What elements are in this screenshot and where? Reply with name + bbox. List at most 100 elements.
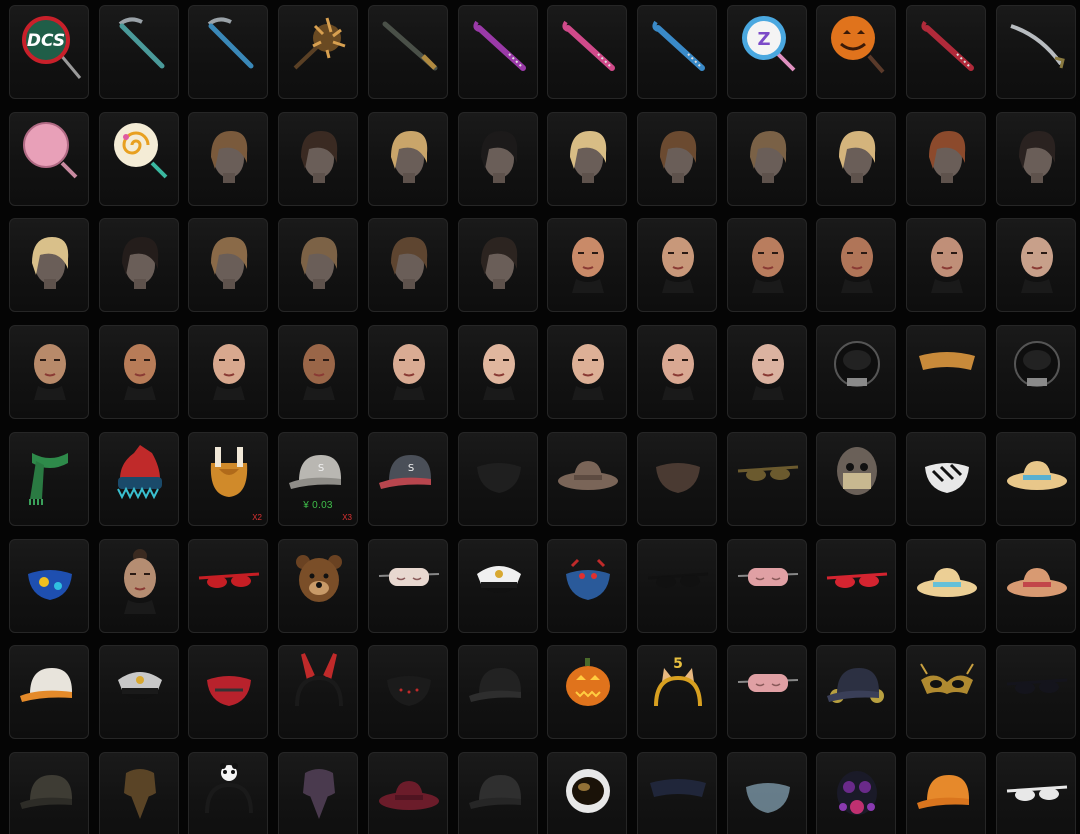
item-slot-hair-curly-updo[interactable] xyxy=(368,218,448,312)
item-slot-pink-pan[interactable] xyxy=(9,112,89,206)
item-slot-hair-wavy-brown[interactable] xyxy=(188,218,268,312)
item-slot-face-female-6[interactable] xyxy=(458,325,538,419)
inventory-grid: DCS Z X2 S ¥ 0.03 X3 S 5 xyxy=(0,0,1080,834)
item-slot-bunny-ears[interactable] xyxy=(278,645,358,739)
item-slot-face-female-pale[interactable] xyxy=(188,325,268,419)
item-slot-orange-brand-cap[interactable] xyxy=(906,752,986,834)
item-slot-dark-visor[interactable] xyxy=(637,752,717,834)
item-slot-machete-dark[interactable] xyxy=(368,5,448,99)
item-slot-green-scarf[interactable] xyxy=(9,432,89,526)
item-slot-hair-braided-crown[interactable] xyxy=(458,218,538,312)
item-slot-black-face-mask[interactable] xyxy=(458,432,538,526)
item-slot-dcs-pan[interactable]: DCS xyxy=(9,5,89,99)
item-slot-bear-mask[interactable] xyxy=(278,539,358,633)
item-slot-bun-head[interactable] xyxy=(99,539,179,633)
item-slot-face-female-bald-4[interactable] xyxy=(996,218,1076,312)
item-slot-red-half-mask[interactable] xyxy=(188,645,268,739)
item-slot-hair-blonde-pixie[interactable] xyxy=(547,112,627,206)
item-slot-black-visor-glasses[interactable] xyxy=(996,645,1076,739)
item-slot-red-sport-glasses[interactable] xyxy=(996,752,1076,834)
item-slot-hair-white-streak[interactable] xyxy=(278,112,358,206)
item-slot-hair-highlight-bob[interactable] xyxy=(278,218,358,312)
item-slot-black-cap-logo[interactable] xyxy=(458,645,538,739)
item-slot-panda-headband[interactable] xyxy=(188,752,268,834)
item-slot-chicken-hat[interactable]: X2 xyxy=(188,432,268,526)
item-slot-face-male-crew[interactable] xyxy=(637,218,717,312)
item-slot-face-asian-male[interactable] xyxy=(9,325,89,419)
item-slot-pink-sleep-mask[interactable] xyxy=(727,539,807,633)
item-slot-hair-curly-short[interactable] xyxy=(637,112,717,206)
item-slot-purple-bandana[interactable] xyxy=(278,752,358,834)
item-slot-blue-beanie[interactable] xyxy=(99,432,179,526)
item-slot-straw-sun-hat[interactable] xyxy=(996,432,1076,526)
item-slot-face-female-9[interactable] xyxy=(727,325,807,419)
item-slot-leopard-bandana[interactable] xyxy=(99,752,179,834)
item-slot-crowbar-blue[interactable] xyxy=(637,5,717,99)
item-slot-clock-pan[interactable]: Z xyxy=(727,5,807,99)
item-slot-pink-goggles[interactable] xyxy=(727,645,807,739)
item-slot-skull-helmet[interactable] xyxy=(816,432,896,526)
item-slot-red-glasses[interactable] xyxy=(188,539,268,633)
item-slot-face-redhead[interactable] xyxy=(547,218,627,312)
item-slot-orange-visor[interactable] xyxy=(906,325,986,419)
item-slot-cat-eyepatch[interactable] xyxy=(368,539,448,633)
item-slot-face-female-7[interactable] xyxy=(547,325,627,419)
item-slot-hair-short-brown[interactable] xyxy=(188,112,268,206)
item-slot-gas-mask[interactable] xyxy=(816,752,896,834)
item-slot-captain-hat-grey[interactable] xyxy=(99,645,179,739)
item-slot-maroon-fedora[interactable] xyxy=(368,752,448,834)
item-slot-cap-headphones[interactable] xyxy=(816,645,896,739)
item-slot-sickle-blue[interactable] xyxy=(188,5,268,99)
item-slot-sunglasses[interactable] xyxy=(727,432,807,526)
item-slot-gold-masquerade[interactable] xyxy=(906,645,986,739)
item-slot-sun-hat-bow[interactable] xyxy=(906,539,986,633)
item-slot-hair-dark-bob[interactable] xyxy=(99,218,179,312)
item-slot-spiked-mace[interactable] xyxy=(278,5,358,99)
item-slot-black-studded-mask[interactable] xyxy=(368,645,448,739)
item-slot-hair-blonde-bun[interactable] xyxy=(9,218,89,312)
item-slot-face-female-bald-3[interactable] xyxy=(906,218,986,312)
item-slot-grey-cap[interactable]: S ¥ 0.03 X3 xyxy=(278,432,358,526)
item-slot-candy-crowbar[interactable] xyxy=(906,5,986,99)
item-slot-hair-red-braids[interactable] xyxy=(906,112,986,206)
item-slot-face-shield[interactable] xyxy=(727,752,807,834)
item-slot-black-shades[interactable] xyxy=(637,539,717,633)
item-slot-cat-ears-5[interactable]: 5 xyxy=(637,645,717,739)
item-slot-captain-hat-white[interactable] xyxy=(458,539,538,633)
item-slot-face-male-tan[interactable] xyxy=(99,325,179,419)
item-slot-black-mask-helmet[interactable] xyxy=(996,325,1076,419)
item-slot-space-helmet-black[interactable] xyxy=(816,325,896,419)
item-slot-swirl-pan[interactable] xyxy=(99,112,179,206)
item-slot-oni-mask[interactable] xyxy=(547,539,627,633)
item-slot-hair-black-bob[interactable] xyxy=(458,112,538,206)
item-slot-face-female-bald-1[interactable] xyxy=(727,218,807,312)
item-slot-crowbar-pink[interactable] xyxy=(547,5,627,99)
item-slot-hair-wavy-long[interactable] xyxy=(727,112,807,206)
item-slot-face-female-5[interactable] xyxy=(368,325,448,419)
item-slot-face-female-8[interactable] xyxy=(637,325,717,419)
item-slot-red-cap[interactable]: S xyxy=(368,432,448,526)
item-slot-face-female-dark[interactable] xyxy=(278,325,358,419)
svg-text:S: S xyxy=(318,463,324,474)
item-slot-crowbar-purple[interactable] xyxy=(458,5,538,99)
item-slot-sickle-teal[interactable] xyxy=(99,5,179,99)
item-slot-red-cat-glasses[interactable] xyxy=(816,539,896,633)
item-slot-blue-pattern-mask[interactable] xyxy=(9,539,89,633)
item-slot-zebra-mask[interactable] xyxy=(906,432,986,526)
item-slot-hair-dark-long[interactable] xyxy=(996,112,1076,206)
item-slot-pumpkin-head[interactable] xyxy=(547,645,627,739)
item-slot-orange-trucker-cap[interactable] xyxy=(9,645,89,739)
item-slot-hair-blonde-short[interactable] xyxy=(368,112,448,206)
item-slot-camo-cap[interactable] xyxy=(9,752,89,834)
item-slot-bucket-hat[interactable] xyxy=(547,432,627,526)
item-slot-sabre[interactable] xyxy=(996,5,1076,99)
item-slot-pumpkin-pan[interactable] xyxy=(816,5,896,99)
item-slot-face-female-bald-2[interactable] xyxy=(816,218,896,312)
item-slot-hair-blonde-bob[interactable] xyxy=(816,112,896,206)
item-slot-wrapped-mask[interactable] xyxy=(637,432,717,526)
item-slot-flat-cap[interactable] xyxy=(458,752,538,834)
item-slot-pink-sun-hat[interactable] xyxy=(996,539,1076,633)
svg-text:Z: Z xyxy=(757,29,770,50)
svg-text:5: 5 xyxy=(673,656,683,672)
item-slot-astronaut-helmet[interactable] xyxy=(547,752,627,834)
